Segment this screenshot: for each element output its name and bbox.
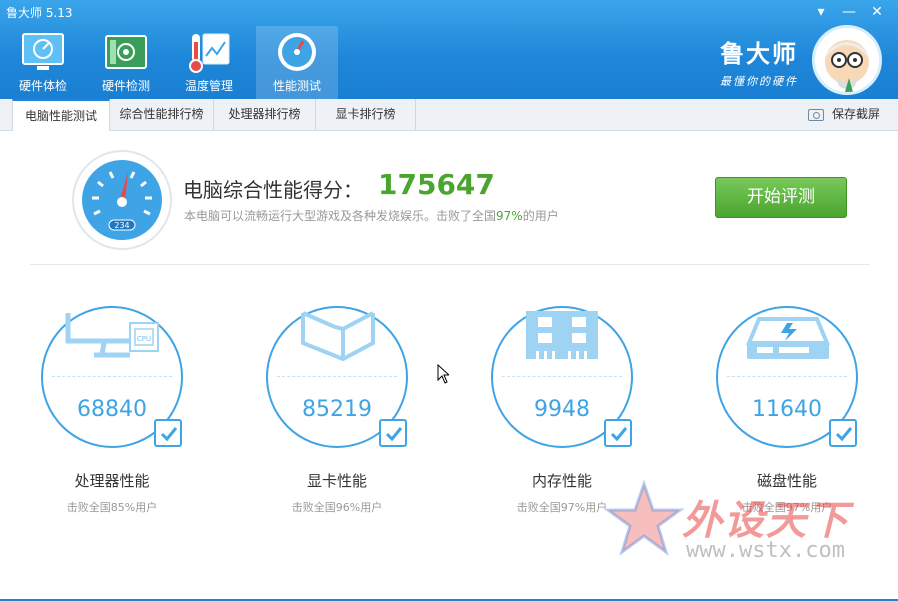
nav-temperature[interactable]: 温度管理: [168, 26, 250, 99]
cpu-monitor-icon: CPU: [65, 313, 159, 358]
cpu-name: 处理器性能: [74, 472, 150, 490]
gpu-checkbox[interactable]: [379, 419, 407, 447]
cube-icon: [301, 311, 375, 362]
save-screenshot-label: 保存截屏: [831, 107, 880, 121]
title-bar: 鲁大师 5.13 ▾ — ✕ 硬件体检 硬件检测 温度管理 性能测试 鲁大师 最…: [0, 0, 898, 99]
avatar[interactable]: [812, 25, 882, 95]
tab-bar: 电脑性能测试 综合性能排行榜 处理器排行榜 显卡排行榜 保存截屏: [0, 99, 898, 131]
check-icon: [385, 427, 403, 442]
app-window: 鲁大师 5.13 ▾ — ✕ 硬件体检 硬件检测 温度管理 性能测试 鲁大师 最…: [0, 0, 898, 601]
window-title: 鲁大师 5.13: [6, 6, 73, 20]
cpu-beat-text: 击败全国85%用户: [66, 501, 158, 514]
nav-hardware-detect[interactable]: 硬件检测: [85, 26, 167, 99]
watermark: 外设天下 www.wstx.com: [600, 478, 890, 578]
check-icon: [160, 427, 178, 442]
score-desc-percent: 97%: [496, 209, 523, 223]
score-title: 电脑综合性能得分：: [183, 178, 363, 202]
nav-label: 温度管理: [184, 79, 233, 93]
minimize-icon[interactable]: —: [836, 2, 862, 22]
thermometer-icon: [189, 33, 230, 73]
disk-checkbox[interactable]: [829, 419, 857, 447]
start-benchmark-button[interactable]: 开始评测: [715, 177, 847, 218]
tab-overall-ranking[interactable]: 综合性能排行榜: [110, 99, 214, 130]
score-description: 本电脑可以流畅运行大型游戏及各种发烧娱乐。击败了全国97%的用户: [184, 207, 559, 224]
score-desc-prefix: 本电脑可以流畅运行大型游戏及各种发烧娱乐。击败了全国: [184, 209, 497, 223]
circuit-board-icon: [105, 35, 147, 69]
divider: [30, 264, 870, 265]
check-icon: [610, 427, 628, 442]
save-screenshot-button[interactable]: 保存截屏: [807, 99, 880, 130]
mouse-cursor-icon: [437, 364, 449, 384]
score-desc-suffix: 的用户: [522, 209, 559, 223]
speedometer-icon: [278, 33, 316, 71]
cpu-checkbox[interactable]: [154, 419, 182, 447]
watermark-url: www.wstx.com: [686, 538, 845, 563]
brand-name: 鲁大师: [720, 39, 798, 68]
performance-gauge-icon: 234: [72, 150, 172, 250]
gpu-performance-card[interactable]: 85219 显卡性能 击败全国96%用户: [263, 303, 413, 523]
nav-label: 硬件检测: [101, 79, 150, 93]
tab-cpu-ranking[interactable]: 处理器排行榜: [214, 99, 316, 130]
menu-icon[interactable]: ▾: [808, 2, 834, 22]
nav-performance-test[interactable]: 性能测试: [256, 26, 338, 99]
memory-module-icon: [526, 311, 598, 359]
nav-label: 性能测试: [272, 79, 321, 93]
gauge-readout: 234: [114, 221, 129, 230]
gpu-name: 显卡性能: [306, 472, 367, 490]
cpu-performance-card[interactable]: CPU 68840 处理器性能 击败全国85%用户: [38, 303, 188, 523]
star-logo-icon: [604, 480, 684, 556]
tab-gpu-ranking[interactable]: 显卡排行榜: [316, 99, 416, 130]
memory-checkbox[interactable]: [604, 419, 632, 447]
nav-label: 硬件体检: [18, 79, 67, 93]
monitor-check-icon: [22, 33, 64, 70]
brand: 鲁大师 最懂你的硬件: [720, 34, 798, 89]
nav-hardware-checkup[interactable]: 硬件体检: [2, 26, 84, 99]
cpu-chip-label: CPU: [137, 335, 151, 343]
hard-disk-icon: [746, 317, 830, 359]
brand-slogan: 最懂你的硬件: [720, 75, 798, 88]
close-icon[interactable]: ✕: [864, 2, 890, 22]
mascot-avatar-icon: [825, 40, 869, 92]
score-value: 175647: [378, 168, 495, 201]
check-icon: [835, 427, 853, 442]
gpu-beat-text: 击败全国96%用户: [291, 501, 383, 514]
camera-icon: [807, 108, 824, 121]
tab-pc-performance[interactable]: 电脑性能测试: [12, 99, 110, 131]
